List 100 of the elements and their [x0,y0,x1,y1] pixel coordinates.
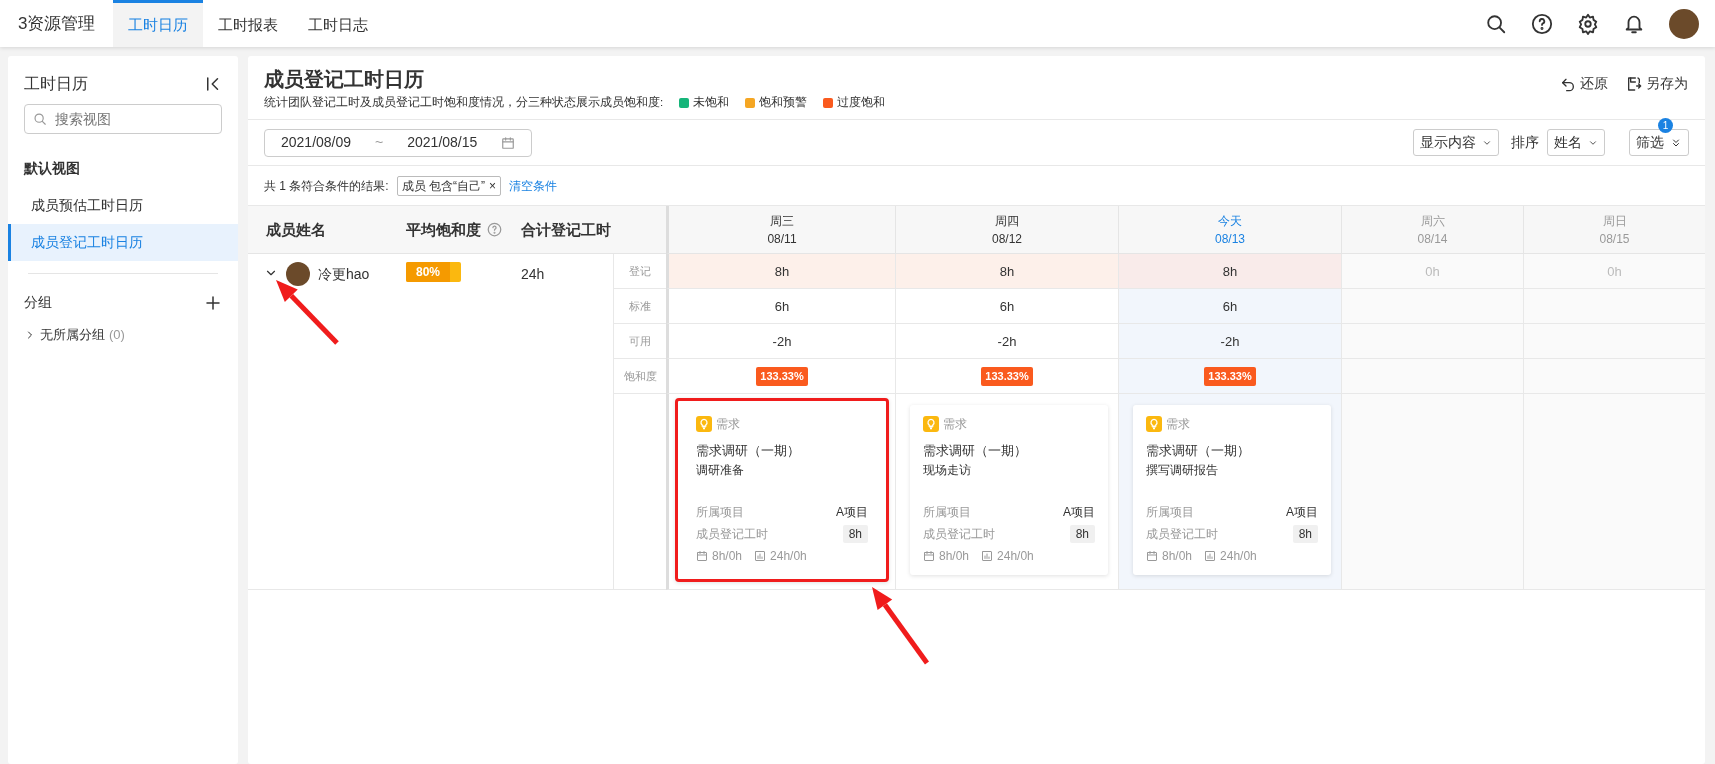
column-header: 平均饱和度 [406,219,481,240]
view-item[interactable]: 成员预估工时日历 [8,187,238,224]
day-date: 08/11 [766,230,798,248]
chart-icon [981,549,994,562]
group-label: 无所属分组 [40,326,105,344]
sidebar-title: 工时日历 [24,74,88,94]
standard-hours: 6h [774,297,790,316]
column-header: 成员姓名 [266,219,326,240]
legend-label: 未饱和 [693,95,730,110]
day-hours-stat: 8h/0h [1162,547,1193,565]
task-type: 需求 [716,416,740,434]
filter-button[interactable]: 筛选 [1629,129,1689,157]
sort-dropdown[interactable]: 姓名 [1547,129,1605,157]
day-date: 08/15 [1598,230,1631,248]
saturation-fill: 80% [406,262,450,283]
tag-label: 成员 包含“自己” [401,177,485,195]
standard-hours: 6h [1222,297,1238,316]
day-hours-stat: 8h/0h [712,547,743,565]
row-label: 饱和度 [623,369,657,384]
lightbulb-icon [923,416,939,433]
available-hours: -2h [772,332,792,351]
field-label: 所属项目 [923,503,971,521]
day-name: 周六 [1419,212,1446,230]
day-date: 08/12 [991,230,1023,248]
group-count: (0) [109,326,125,344]
total-hours-stat: 24h/0h [770,547,807,565]
group-title: 分组 [24,293,52,312]
saturation-badge: 133.33% [1204,367,1256,386]
help-icon[interactable] [1531,12,1553,35]
app-title: 3资源管理 [17,12,97,35]
arrow-drawing [276,280,339,345]
project-name: A项目 [1286,503,1318,521]
standard-hours: 6h [999,297,1015,316]
search-icon[interactable] [1485,12,1507,35]
save-as-icon [1626,75,1642,92]
day-name: 周日 [1601,212,1628,230]
registered-hours: 8h [774,262,790,281]
nav-tab[interactable]: 工时日志 [293,0,384,47]
legend-label: 过度饱和 [837,95,886,110]
row-label: 可用 [629,334,651,349]
registered-hours: 8h [999,262,1015,281]
day-name: 今天 [1217,212,1243,230]
field-label: 所属项目 [1146,503,1194,521]
undo-button[interactable]: 还原 [1559,72,1609,95]
sort-label: 排序 [1511,133,1539,153]
search-field[interactable]: 搜索视图 [24,104,222,134]
result-summary: 共 1 条符合条件的结果: [264,177,389,195]
total-hours-stat: 24h/0h [1220,547,1257,565]
view-item[interactable]: 成员登记工时日历 [8,224,238,261]
task-subtitle: 调研准备 [696,461,745,479]
group-item[interactable]: 无所属分组 (0) [8,317,238,353]
task-type: 需求 [943,416,967,434]
field-label: 成员登记工时 [696,525,768,543]
available-hours: -2h [1220,332,1240,351]
row-label: 标准 [629,299,651,314]
display-dropdown[interactable]: 显示内容 [1413,129,1499,157]
project-name: A项目 [1063,503,1095,521]
total-hours-stat: 24h/0h [997,547,1034,565]
task-card[interactable]: 需求 需求调研（一期） 撰写调研报告 所属项目 A项目 成员登记工时 8h 8h/0h 24h/0h [1133,405,1331,575]
member-name: 冷更hao [318,265,370,285]
calendar-icon [501,135,516,150]
chart-icon [1204,549,1217,562]
registered-hours: 0h [1607,262,1622,281]
task-card[interactable]: 需求 需求调研（一期） 调研准备 所属项目 A项目 成员登记工时 8h 8h/0h 24h/0h [675,398,889,582]
save-as-button[interactable]: 另存为 [1625,72,1689,95]
task-title: 需求调研（一期） [696,442,801,461]
task-title: 需求调研（一期） [1146,442,1251,461]
add-icon[interactable] [204,293,222,312]
day-date: 08/14 [1416,230,1449,248]
calendar-icon [696,549,708,562]
task-card[interactable]: 需求 需求调研（一期） 现场走访 所属项目 A项目 成员登记工时 8h 8h/0h 24h/0h [910,405,1108,575]
logged-hours: 8h [1292,524,1318,543]
field-label: 所属项目 [696,503,744,521]
chart-icon [754,549,767,562]
clear-link[interactable]: 清空条件 [509,176,558,195]
task-subtitle: 现场走访 [923,461,972,479]
calendar-icon [1146,549,1158,562]
nav-tab[interactable]: 工时日历 [113,0,204,47]
lightbulb-icon [1146,416,1162,433]
page-description: 统计团队登记工时及成员登记工时饱和度情况，分三种状态展示成员饱和度: [264,95,664,110]
nav-tab[interactable]: 工时报表 [203,0,294,47]
tag-close[interactable]: × [489,176,497,195]
saturation-badge: 133.33% [981,367,1033,386]
day-date: 08/13 [1214,230,1246,248]
user-avatar[interactable] [1669,8,1699,39]
day-name: 周三 [769,212,795,230]
total-hours: 24h [521,265,545,285]
date-range-field[interactable]: 2021/08/09 ~ 2021/08/15 [264,128,533,157]
project-name: A项目 [836,503,868,521]
calendar-icon [923,549,935,562]
page-title: 成员登记工时日历 [264,67,425,92]
section-title: 默认视图 [22,159,81,178]
available-hours: -2h [997,332,1017,351]
day-hours-stat: 8h/0h [939,547,970,565]
legend-label: 饱和预警 [759,95,808,110]
row-label: 登记 [629,264,651,279]
field-label: 成员登记工时 [923,525,995,543]
double-chevron-icon [1670,136,1682,149]
settings-icon[interactable] [1577,12,1599,35]
registered-hours: 0h [1425,262,1440,281]
